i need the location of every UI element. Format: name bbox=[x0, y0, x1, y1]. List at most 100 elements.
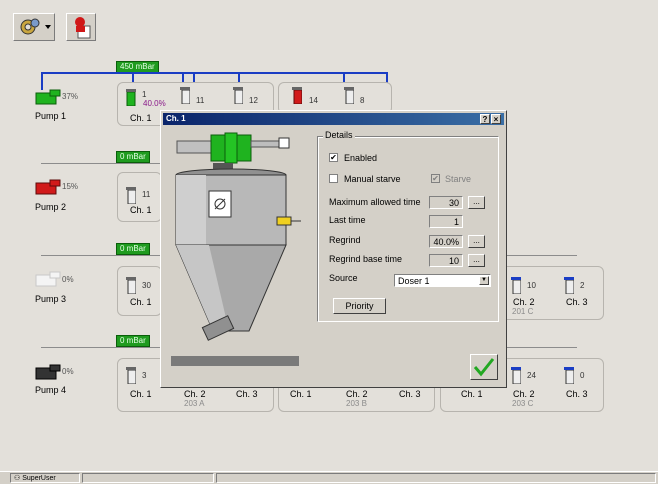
settings-dropdown-button[interactable] bbox=[13, 13, 55, 41]
ok-button[interactable] bbox=[470, 354, 498, 380]
hopper-icon[interactable] bbox=[126, 366, 136, 384]
hopper-number: 11 bbox=[196, 96, 205, 105]
vacuum-line-2 bbox=[41, 163, 161, 164]
pump-4-label: Pump 4 bbox=[35, 385, 67, 395]
max-time-edit-button[interactable]: ... bbox=[468, 196, 485, 209]
hopper-number: 30 bbox=[142, 281, 151, 290]
pump-1-label: Pump 1 bbox=[35, 111, 67, 121]
last-time-label: Last time bbox=[329, 215, 366, 225]
ch1-label: Ch. 1 bbox=[130, 113, 152, 123]
pump-2-label: Pump 2 bbox=[35, 202, 67, 212]
priority-button[interactable]: Priority bbox=[333, 298, 386, 314]
hopper-icon[interactable] bbox=[564, 276, 574, 294]
regrind-base-value: 10 bbox=[429, 254, 463, 267]
vacuum-indicator-pump2: 0 mBar bbox=[116, 151, 150, 163]
vacuum-line-4 bbox=[41, 347, 161, 348]
source-label: Source bbox=[329, 273, 358, 283]
group-name: 203 B bbox=[346, 399, 367, 408]
hopper-group-4 bbox=[117, 266, 162, 316]
vacuum-indicator-pump4: 0 mBar bbox=[116, 335, 150, 347]
alarm-person-icon bbox=[75, 17, 91, 39]
hopper-icon[interactable] bbox=[511, 276, 521, 294]
pump-2-icon[interactable] bbox=[34, 178, 62, 196]
hopper-icon[interactable] bbox=[126, 276, 136, 294]
help-button[interactable]: ? bbox=[480, 114, 490, 124]
hopper-number: 8 bbox=[360, 96, 365, 105]
dialog-titlebar[interactable]: Ch. 1 ? × bbox=[163, 113, 504, 125]
hopper-number: 14 bbox=[309, 96, 318, 105]
chevron-down-icon[interactable]: ▼ bbox=[479, 276, 489, 285]
regrind-value: 40.0% bbox=[429, 235, 463, 248]
user-icon: ⚇ bbox=[14, 475, 21, 482]
pump-3-icon[interactable] bbox=[34, 270, 62, 288]
max-time-value: 30 bbox=[429, 196, 463, 209]
ch1-label: Ch. 1 bbox=[130, 297, 152, 307]
hopper-number: 0 bbox=[580, 371, 585, 380]
hopper-icon[interactable] bbox=[511, 366, 521, 384]
vacuum-line-3 bbox=[41, 255, 161, 256]
manual-starve-checkbox[interactable] bbox=[329, 174, 338, 183]
ch3-label: Ch. 3 bbox=[399, 389, 421, 399]
hopper-ch1-icon[interactable] bbox=[126, 88, 136, 106]
channel-dialog: Ch. 1 ? × Details ✔ Enabled Manual starv… bbox=[160, 110, 507, 388]
hopper-number: 12 bbox=[249, 96, 258, 105]
hopper-icon[interactable] bbox=[564, 366, 574, 384]
hopper-alarm-icon[interactable] bbox=[292, 86, 302, 104]
group-name: 203 C bbox=[512, 399, 534, 408]
details-legend: Details bbox=[323, 130, 355, 140]
regrind-label: Regrind bbox=[329, 235, 361, 245]
regrind-base-label: Regrind base time bbox=[329, 254, 403, 264]
pump-1-load: 37% bbox=[62, 92, 79, 101]
app-window: 450 mBar 37% Pump 1 1 40.0% Ch. 1 11 12 … bbox=[0, 0, 658, 484]
ch2-label: Ch. 2 bbox=[513, 389, 535, 399]
ch2-label: Ch. 2 bbox=[184, 389, 206, 399]
ch1-label: Ch. 1 bbox=[290, 389, 312, 399]
hopper-icon[interactable] bbox=[180, 86, 190, 104]
regrind-base-edit-button[interactable]: ... bbox=[468, 254, 485, 267]
enabled-label: Enabled bbox=[344, 153, 378, 163]
user-panel: ⚇ SuperUser bbox=[10, 473, 80, 483]
status-panel bbox=[82, 473, 214, 483]
last-time-value: 1 bbox=[429, 215, 463, 228]
gear-cog-icon bbox=[20, 18, 51, 35]
vacuum-line-1 bbox=[41, 72, 388, 74]
hopper-illustration bbox=[169, 131, 305, 371]
enabled-checkbox[interactable]: ✔ bbox=[329, 153, 338, 162]
hopper-icon[interactable] bbox=[233, 86, 243, 104]
alarm-button[interactable] bbox=[66, 13, 96, 41]
pump-4-icon[interactable] bbox=[34, 363, 62, 381]
group-name: 203 A bbox=[184, 399, 205, 408]
pump-4-load: 0% bbox=[62, 367, 74, 376]
status-panel bbox=[216, 473, 656, 483]
hopper-icon[interactable] bbox=[344, 86, 354, 104]
vacuum-line-3b bbox=[507, 255, 577, 256]
ch3-label: Ch. 3 bbox=[566, 389, 588, 399]
pump-3-load: 0% bbox=[62, 275, 74, 284]
pump-1-icon[interactable] bbox=[34, 88, 62, 106]
max-time-label: Maximum allowed time bbox=[329, 197, 421, 207]
ch2-label: Ch. 2 bbox=[346, 389, 368, 399]
ch1-label: Ch. 1 bbox=[130, 389, 152, 399]
details-group bbox=[317, 136, 499, 322]
group-name: 201 C bbox=[512, 307, 534, 316]
checkmark-icon bbox=[473, 358, 495, 377]
close-button[interactable]: × bbox=[491, 114, 501, 124]
current-user: SuperUser bbox=[22, 475, 56, 482]
ch1-label: Ch. 1 bbox=[461, 389, 483, 399]
ch3-label: Ch. 3 bbox=[566, 297, 588, 307]
vacuum-line-4b bbox=[507, 347, 577, 348]
hopper-number: 24 bbox=[527, 371, 536, 380]
ch2-label: Ch. 2 bbox=[513, 297, 535, 307]
ch1-label: Ch. 1 bbox=[130, 205, 152, 215]
ch3-label: Ch. 3 bbox=[236, 389, 258, 399]
ch1-number: 1 bbox=[142, 90, 147, 99]
pump-3-label: Pump 3 bbox=[35, 294, 67, 304]
pump-2-load: 15% bbox=[62, 182, 79, 191]
starve-label: Starve bbox=[445, 174, 472, 184]
source-select[interactable]: Doser 1 ▼ bbox=[394, 274, 491, 287]
hopper-icon[interactable] bbox=[126, 186, 136, 204]
hopper-number: 11 bbox=[142, 190, 151, 199]
vacuum-indicator-pump3: 0 mBar bbox=[116, 243, 150, 255]
hopper-number: 3 bbox=[142, 371, 147, 380]
regrind-edit-button[interactable]: ... bbox=[468, 235, 485, 248]
